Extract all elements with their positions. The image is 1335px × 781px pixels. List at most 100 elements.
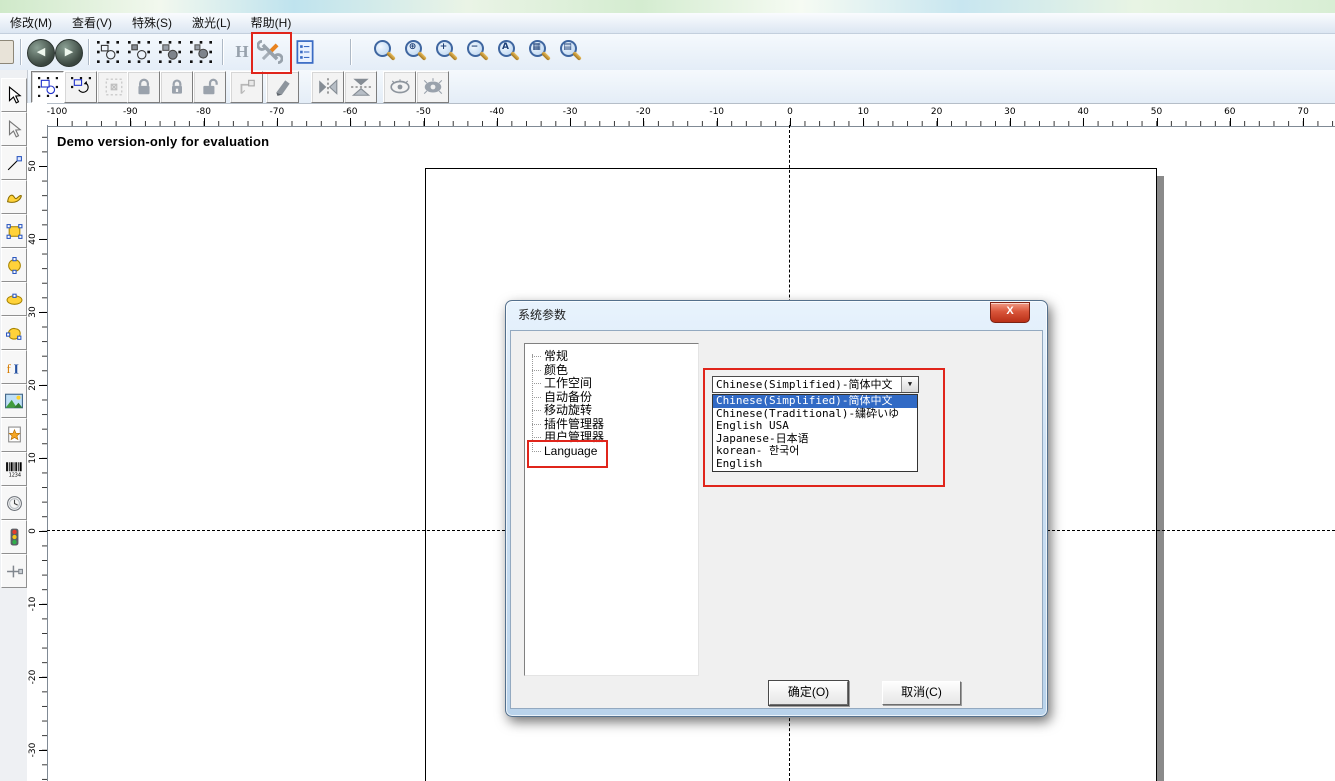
ruler-label: -20 bbox=[636, 107, 651, 117]
ruler-label: 20 bbox=[931, 107, 942, 117]
circle-tool-button[interactable] bbox=[1, 248, 27, 282]
zoom-page-button[interactable]: ▤ bbox=[558, 38, 585, 65]
object-list-button[interactable] bbox=[291, 38, 319, 66]
v-ruler[interactable]: 50403020100-10-20-30 bbox=[27, 125, 48, 781]
rectangle-icon bbox=[6, 223, 23, 240]
ruler-tick bbox=[39, 750, 47, 751]
magnifier-handle bbox=[541, 51, 551, 61]
ruler-tick bbox=[937, 118, 938, 126]
h-ruler[interactable]: -100-90-80-70-60-50-40-30-20-10010203040… bbox=[47, 103, 1335, 127]
io-control-tool-button[interactable] bbox=[1, 520, 27, 554]
preview-all-eye-button[interactable] bbox=[416, 71, 449, 103]
menu-item[interactable]: 特殊(S) bbox=[122, 13, 182, 33]
tree-twig bbox=[532, 370, 541, 371]
forward-button[interactable]: ▶ bbox=[55, 39, 83, 67]
fill-pen-button[interactable] bbox=[266, 71, 299, 103]
ruler-tick bbox=[39, 458, 47, 459]
annotation-box-language-list bbox=[703, 368, 945, 487]
barcode-tool-button[interactable]: 1234 bbox=[1, 452, 27, 486]
polygon-tool-button[interactable] bbox=[1, 316, 27, 350]
work-area-shadow bbox=[1157, 176, 1164, 781]
ruler-tick bbox=[497, 118, 498, 126]
rectangle-tool-button[interactable] bbox=[1, 214, 27, 248]
delay-clock-tool-button[interactable] bbox=[1, 486, 27, 520]
menu-item[interactable]: 查看(V) bbox=[62, 13, 122, 33]
zoom-overlay: ▦ bbox=[530, 42, 543, 52]
zoom-minus-button[interactable]: − bbox=[465, 38, 492, 65]
lock-button[interactable] bbox=[127, 71, 160, 103]
select-move-icon bbox=[38, 77, 58, 97]
back-button[interactable]: ◀ bbox=[27, 39, 55, 67]
zoom-pan-button[interactable]: ⊕ bbox=[403, 38, 430, 65]
select-rotate-button[interactable] bbox=[64, 71, 97, 103]
line-tool-button[interactable] bbox=[1, 146, 27, 180]
tree-item[interactable]: 插件管理器 bbox=[525, 418, 698, 432]
tree-item-label: 工作空间 bbox=[544, 377, 592, 391]
node-select-tool-button[interactable] bbox=[1, 112, 27, 146]
ruler-label: 30 bbox=[28, 303, 38, 321]
node-add-button[interactable] bbox=[94, 38, 122, 66]
io-node-tool-button[interactable] bbox=[1, 554, 27, 588]
line-icon bbox=[6, 155, 23, 172]
ruler-tick bbox=[717, 118, 718, 126]
tree-item[interactable]: 工作空间 bbox=[525, 377, 698, 391]
lock-all-button[interactable] bbox=[160, 71, 193, 103]
mirror-horizontal-button[interactable] bbox=[311, 71, 344, 103]
preview-eye-button[interactable] bbox=[383, 71, 416, 103]
ruler-label: 50 bbox=[1151, 107, 1162, 117]
dialog-title: 系统参数 bbox=[518, 301, 566, 330]
node-join-button[interactable] bbox=[156, 38, 184, 66]
eye-icon bbox=[389, 77, 411, 97]
zoom-all-button[interactable]: A bbox=[496, 38, 523, 65]
zoom-out-tool-button[interactable] bbox=[372, 38, 399, 65]
text-icon: f I bbox=[6, 359, 23, 376]
ellipse-tool-button[interactable] bbox=[1, 282, 27, 316]
ruler-tick bbox=[790, 118, 791, 126]
node-edit-button[interactable] bbox=[125, 38, 153, 66]
separator bbox=[350, 39, 351, 65]
vector-file-tool-button[interactable] bbox=[1, 418, 27, 452]
menu-item[interactable]: 激光(L) bbox=[182, 13, 241, 33]
image-tool-button[interactable] bbox=[1, 384, 27, 418]
menu-item[interactable]: 帮助(H) bbox=[241, 13, 302, 33]
ok-button[interactable]: 确定(O) bbox=[769, 681, 848, 705]
ruler-label: 0 bbox=[787, 107, 793, 117]
freehand-tool-button[interactable] bbox=[1, 180, 27, 214]
svg-text:1234: 1234 bbox=[9, 472, 21, 477]
ruler-tick bbox=[57, 118, 58, 126]
close-button[interactable]: X bbox=[990, 302, 1030, 323]
tree-item[interactable]: 颜色 bbox=[525, 364, 698, 378]
magnifier-handle bbox=[417, 51, 427, 61]
unlock-button[interactable] bbox=[193, 71, 226, 103]
node-break-button[interactable] bbox=[187, 38, 215, 66]
pick-tool-button[interactable] bbox=[1, 78, 27, 112]
zoom-selection-button[interactable]: ▦ bbox=[527, 38, 554, 65]
snap-corner-button[interactable] bbox=[230, 71, 263, 103]
ruler-tick bbox=[863, 118, 864, 126]
tree-item-label: 插件管理器 bbox=[544, 418, 604, 432]
svg-text:I: I bbox=[13, 361, 18, 376]
clock-icon bbox=[6, 495, 23, 512]
menu-item[interactable]: 修改(M) bbox=[0, 13, 62, 33]
paste-icon[interactable] bbox=[0, 40, 14, 64]
toolbar-edit bbox=[0, 70, 1335, 104]
tree-item[interactable]: 移动旋转 bbox=[525, 404, 698, 418]
back-icon: ◀ bbox=[37, 46, 45, 58]
select-move-button[interactable] bbox=[31, 71, 64, 103]
zoom-in-button[interactable]: + bbox=[434, 38, 461, 65]
select-disabled-button[interactable] bbox=[97, 71, 130, 103]
cancel-button[interactable]: 取消(C) bbox=[882, 681, 961, 705]
traffic-light-icon bbox=[7, 528, 22, 546]
forward-icon: ▶ bbox=[65, 46, 73, 58]
tree-item[interactable]: 自动备份 bbox=[525, 391, 698, 405]
ruler-label: 40 bbox=[1077, 107, 1088, 117]
node-break-icon bbox=[190, 41, 212, 63]
tree-item-label: 自动备份 bbox=[544, 391, 592, 405]
mirror-vertical-button[interactable] bbox=[344, 71, 377, 103]
ruler-label: -90 bbox=[123, 107, 138, 117]
tree-item[interactable]: 常规 bbox=[525, 350, 698, 364]
text-tool-button[interactable]: f I bbox=[1, 350, 27, 384]
annotation-box-language-item bbox=[527, 440, 608, 468]
settings-tree[interactable]: 常规 颜色 工作空间 自动备份 移动旋转 插件管理器 用户管理器 Langua bbox=[524, 343, 699, 676]
ruler-tick bbox=[130, 118, 131, 126]
